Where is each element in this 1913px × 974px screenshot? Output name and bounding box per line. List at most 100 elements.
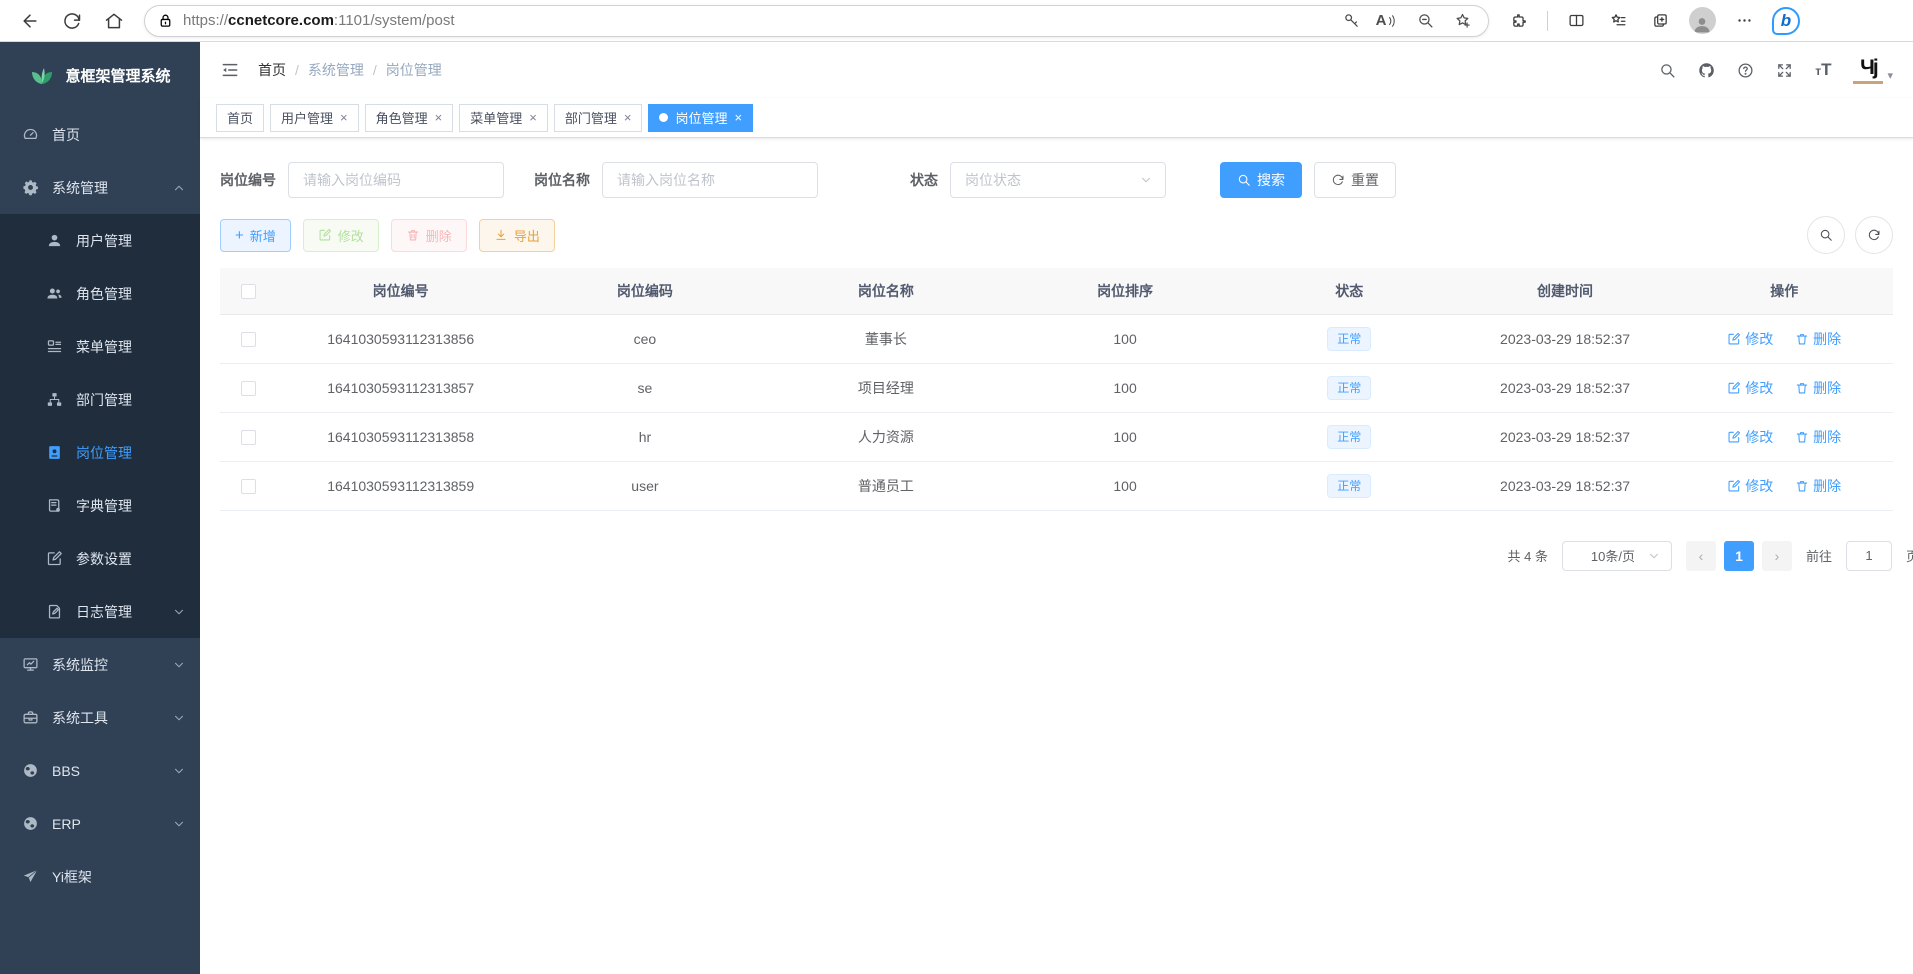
goto-page-input[interactable] bbox=[1846, 541, 1892, 571]
row-edit-link[interactable]: 修改 bbox=[1727, 476, 1773, 496]
sidebar-item-dict-mgmt[interactable]: 字典管理 bbox=[0, 479, 200, 532]
row-checkbox[interactable] bbox=[241, 332, 256, 347]
fullscreen-icon[interactable] bbox=[1776, 62, 1793, 79]
cell-created-at: 2023-03-29 18:52:37 bbox=[1455, 314, 1676, 363]
page-size-value: 10条/页 bbox=[1579, 546, 1647, 565]
add-button[interactable]: + 新增 bbox=[220, 219, 291, 252]
next-page-button[interactable]: › bbox=[1762, 541, 1792, 571]
browser-home-button[interactable] bbox=[96, 4, 132, 38]
cell-post-code: user bbox=[524, 461, 765, 510]
post-name-input[interactable] bbox=[602, 162, 818, 198]
row-checkbox[interactable] bbox=[241, 479, 256, 494]
sidebar-item-log-mgmt[interactable]: 日志管理 bbox=[0, 585, 200, 638]
address-bar[interactable]: https://ccnetcore.com:1101/system/post A bbox=[144, 5, 1489, 37]
edit-icon bbox=[1727, 332, 1741, 346]
sidebar-item-system-mgmt[interactable]: 系统管理 bbox=[0, 161, 200, 214]
row-edit-link[interactable]: 修改 bbox=[1727, 329, 1773, 349]
read-aloud-button[interactable]: A bbox=[1374, 7, 1402, 35]
col-post-sort: 岗位排序 bbox=[1006, 268, 1244, 314]
sidebar-item-system-monitor[interactable]: 系统监控 bbox=[0, 638, 200, 691]
chevron-down-icon bbox=[172, 605, 186, 619]
page-size-select[interactable]: 10条/页 bbox=[1562, 541, 1672, 571]
sidebar-item-param-settings[interactable]: 参数设置 bbox=[0, 532, 200, 585]
export-button[interactable]: 导出 bbox=[479, 219, 555, 252]
edit-icon bbox=[1727, 479, 1741, 493]
browser-profile-button[interactable] bbox=[1684, 4, 1720, 38]
row-edit-link[interactable]: 修改 bbox=[1727, 427, 1773, 447]
page-1-button[interactable]: 1 bbox=[1724, 541, 1754, 571]
refresh-table-button[interactable] bbox=[1855, 216, 1893, 254]
bing-chat-button[interactable]: b bbox=[1768, 4, 1804, 38]
search-button[interactable]: 搜索 bbox=[1220, 162, 1302, 198]
sidebar-item-post-mgmt[interactable]: 岗位管理 bbox=[0, 426, 200, 479]
split-screen-icon bbox=[1568, 12, 1585, 29]
prev-page-button[interactable]: ‹ bbox=[1686, 541, 1716, 571]
tab-user-mgmt[interactable]: 用户管理× bbox=[270, 104, 359, 132]
sidebar-collapse-icon[interactable] bbox=[220, 60, 240, 80]
star-list-icon bbox=[1610, 12, 1627, 29]
sidebar-item-dept-mgmt[interactable]: 部门管理 bbox=[0, 373, 200, 426]
sitemap-icon bbox=[46, 391, 63, 408]
reset-button-label: 重置 bbox=[1351, 170, 1379, 190]
tab-home[interactable]: 首页 bbox=[216, 104, 264, 132]
browser-refresh-button[interactable] bbox=[54, 4, 90, 38]
browser-back-button[interactable] bbox=[12, 4, 48, 38]
extensions-button[interactable] bbox=[1501, 4, 1537, 38]
toggle-search-button[interactable] bbox=[1807, 216, 1845, 254]
help-icon[interactable] bbox=[1737, 62, 1754, 79]
tab-dept-mgmt[interactable]: 部门管理× bbox=[554, 104, 643, 132]
sidebar-item-menu-mgmt[interactable]: 菜单管理 bbox=[0, 320, 200, 373]
url-text[interactable]: https://ccnetcore.com:1101/system/post bbox=[183, 12, 1328, 29]
tab-post-mgmt[interactable]: 岗位管理× bbox=[648, 104, 753, 132]
delete-button[interactable]: 删除 bbox=[391, 219, 467, 252]
breadcrumb-home[interactable]: 首页 bbox=[258, 60, 286, 80]
avatar-caret-icon[interactable]: ▾ bbox=[1887, 69, 1893, 84]
close-icon[interactable]: × bbox=[435, 110, 443, 125]
status-badge: 正常 bbox=[1327, 425, 1371, 449]
add-favorite-button[interactable] bbox=[1448, 7, 1476, 35]
close-icon[interactable]: × bbox=[734, 110, 742, 125]
post-id-label: 岗位编号 bbox=[220, 170, 276, 190]
close-icon[interactable]: × bbox=[529, 110, 537, 125]
sidebar-item-system-tools[interactable]: 系统工具 bbox=[0, 691, 200, 744]
text-size-icon[interactable]: тT bbox=[1815, 60, 1831, 80]
sidebar-item-user-mgmt[interactable]: 用户管理 bbox=[0, 214, 200, 267]
close-icon[interactable]: × bbox=[340, 110, 348, 125]
row-delete-link[interactable]: 删除 bbox=[1795, 329, 1841, 349]
zoom-out-button[interactable] bbox=[1411, 7, 1439, 35]
close-icon[interactable]: × bbox=[624, 110, 632, 125]
row-delete-link[interactable]: 删除 bbox=[1795, 476, 1841, 496]
post-id-input[interactable] bbox=[288, 162, 504, 198]
cell-post-name: 普通员工 bbox=[765, 461, 1006, 510]
plus-icon: + bbox=[235, 227, 244, 244]
search-button-label: 搜索 bbox=[1257, 170, 1285, 190]
split-screen-button[interactable] bbox=[1558, 4, 1594, 38]
row-checkbox[interactable] bbox=[241, 430, 256, 445]
status-select[interactable]: 岗位状态 bbox=[950, 162, 1166, 198]
user-avatar[interactable]: Чj bbox=[1853, 57, 1883, 84]
sidebar-item-yi-framework[interactable]: Yi框架 bbox=[0, 850, 200, 903]
sidebar-item-home[interactable]: 首页 bbox=[0, 108, 200, 161]
tab-menu-mgmt[interactable]: 菜单管理× bbox=[459, 104, 548, 132]
row-edit-link[interactable]: 修改 bbox=[1727, 378, 1773, 398]
cell-post-name: 项目经理 bbox=[765, 363, 1006, 412]
sidebar-item-bbs[interactable]: BBS bbox=[0, 744, 200, 797]
row-delete-link[interactable]: 删除 bbox=[1795, 378, 1841, 398]
reset-button[interactable]: 重置 bbox=[1314, 162, 1396, 198]
favorites-button[interactable] bbox=[1600, 4, 1636, 38]
edit-button[interactable]: 修改 bbox=[303, 219, 379, 252]
collections-button[interactable] bbox=[1642, 4, 1678, 38]
row-delete-link[interactable]: 删除 bbox=[1795, 427, 1841, 447]
tab-role-mgmt[interactable]: 角色管理× bbox=[365, 104, 454, 132]
breadcrumb-system-mgmt[interactable]: 系统管理 bbox=[308, 60, 364, 80]
tags-view-bar: 首页 用户管理× 角色管理× 菜单管理× 部门管理× 岗位管理× bbox=[200, 98, 1913, 138]
row-checkbox[interactable] bbox=[241, 381, 256, 396]
github-icon[interactable] bbox=[1698, 62, 1715, 79]
password-button[interactable] bbox=[1337, 7, 1365, 35]
zoom-out-icon bbox=[1417, 12, 1434, 29]
sidebar-item-role-mgmt[interactable]: 角色管理 bbox=[0, 267, 200, 320]
sidebar-item-erp[interactable]: ERP bbox=[0, 797, 200, 850]
header-search-icon[interactable] bbox=[1659, 62, 1676, 79]
select-all-checkbox[interactable] bbox=[241, 284, 256, 299]
browser-settings-button[interactable] bbox=[1726, 4, 1762, 38]
